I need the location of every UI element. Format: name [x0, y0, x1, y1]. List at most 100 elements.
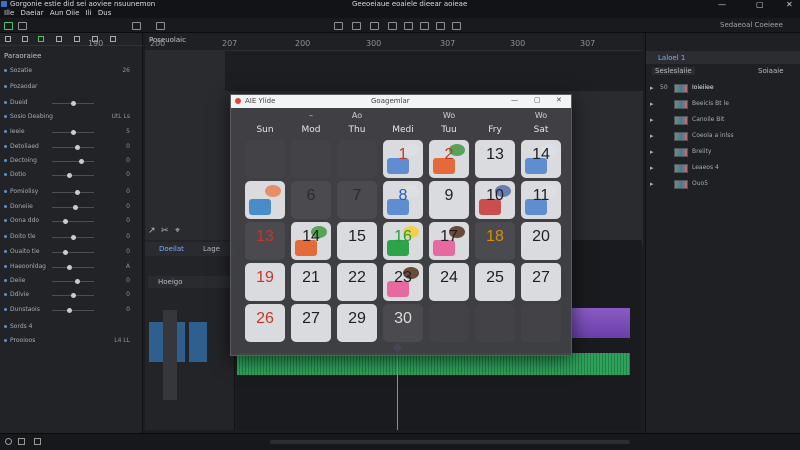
param-value[interactable]: 0: [126, 306, 130, 313]
slider-knob[interactable]: [74, 190, 80, 195]
param-slider[interactable]: [52, 250, 94, 255]
calendar-day-cell[interactable]: 22: [337, 263, 377, 301]
param-slider[interactable]: [52, 235, 94, 240]
project-item[interactable]: ▸ Canoile Bit: [646, 115, 800, 126]
panel-icon-e[interactable]: [74, 36, 80, 42]
menu-view[interactable]: Aun Oiie: [50, 9, 80, 17]
param-row[interactable]: Sosio Deabing UtL Ls: [4, 113, 132, 122]
menu-edit[interactable]: Daeiar: [21, 9, 44, 17]
slider-knob[interactable]: [74, 279, 80, 284]
panel-icon-d[interactable]: [56, 36, 62, 42]
purple-clip[interactable]: [572, 308, 630, 338]
back-icon[interactable]: [18, 22, 27, 30]
param-slider[interactable]: [52, 190, 94, 195]
param-value[interactable]: 0: [126, 143, 130, 150]
slider-knob[interactable]: [72, 205, 78, 210]
calendar-day-cell[interactable]: 10: [475, 181, 515, 219]
param-slider[interactable]: [52, 293, 94, 298]
calendar-day-cell[interactable]: 29: [337, 304, 377, 342]
track-tool-icon-2[interactable]: ✂: [161, 226, 169, 236]
slider-knob[interactable]: [63, 219, 69, 224]
project-item[interactable]: ▸ Coeola a inlss: [646, 131, 800, 142]
tab-doeilat[interactable]: Doeilat: [159, 245, 184, 253]
tab-laloel[interactable]: Laloel 1: [658, 54, 685, 62]
param-row[interactable]: Dueid: [4, 99, 132, 108]
expand-arrow-icon[interactable]: ▸: [650, 148, 654, 156]
param-slider[interactable]: [52, 130, 94, 135]
param-value[interactable]: 0: [126, 248, 130, 255]
snap-icon[interactable]: [156, 22, 165, 30]
panel-icon-b[interactable]: [22, 36, 28, 42]
param-row[interactable]: Dectoing 0: [4, 157, 132, 166]
calendar-day-cell[interactable]: 18: [475, 222, 515, 260]
param-slider[interactable]: [52, 279, 94, 284]
param-slider[interactable]: [52, 159, 94, 164]
param-slider[interactable]: [52, 173, 94, 178]
expand-arrow-icon[interactable]: ▸: [650, 116, 654, 124]
param-value[interactable]: 0: [126, 157, 130, 164]
restore-icon[interactable]: ▢: [756, 0, 764, 9]
expand-arrow-icon[interactable]: ▸: [650, 132, 654, 140]
track-tool-icon-1[interactable]: ↗: [148, 226, 156, 236]
param-value[interactable]: A: [126, 263, 130, 270]
dialog-maximize-icon[interactable]: ▢: [534, 96, 541, 104]
calendar-day-cell[interactable]: 14: [521, 140, 561, 178]
calendar-day-cell[interactable]: 7: [337, 181, 377, 219]
param-slider[interactable]: [52, 101, 94, 106]
calendar-day-cell[interactable]: 27: [521, 263, 561, 301]
slider-knob[interactable]: [71, 293, 76, 298]
calendar-day-cell[interactable]: 26: [245, 304, 285, 342]
track-tool-icon-3[interactable]: ⌖: [175, 226, 180, 236]
home-icon[interactable]: [4, 22, 13, 30]
param-slider[interactable]: [52, 219, 94, 224]
slip-icon[interactable]: [420, 22, 429, 30]
calendar-day-cell[interactable]: 8: [383, 181, 423, 219]
status-icon-2[interactable]: [18, 438, 25, 445]
param-value[interactable]: 0: [126, 171, 130, 178]
slider-knob[interactable]: [71, 235, 76, 240]
slider-knob[interactable]: [74, 145, 80, 150]
param-value[interactable]: 0: [126, 291, 130, 298]
param-value[interactable]: 0: [126, 217, 130, 224]
expand-arrow-icon[interactable]: ▸: [650, 100, 654, 108]
razor-icon[interactable]: [404, 22, 413, 30]
param-value[interactable]: 26: [122, 67, 130, 74]
tab-soiaaie[interactable]: Soiaaie: [758, 67, 784, 75]
expand-arrow-icon[interactable]: ▸: [650, 84, 654, 92]
calendar-day-cell[interactable]: 19: [245, 263, 285, 301]
calendar-day-cell[interactable]: 13: [245, 222, 285, 260]
hand-icon[interactable]: [452, 22, 461, 30]
calendar-day-cell[interactable]: 1: [383, 140, 423, 178]
param-row[interactable]: Sozatie 26: [4, 67, 132, 76]
panel-icon-c[interactable]: [38, 36, 44, 42]
calendar-day-cell[interactable]: 24: [429, 263, 469, 301]
audio-waveform-clip[interactable]: [237, 353, 630, 375]
project-item[interactable]: ▸ 50 Ioieiiee: [646, 83, 800, 94]
status-icon-3[interactable]: [34, 438, 41, 445]
menu-tools[interactable]: Ili: [86, 9, 92, 17]
panel-icon-g[interactable]: [110, 36, 116, 42]
calendar-day-cell[interactable]: 16: [383, 222, 423, 260]
project-search[interactable]: Sesleslaiie: [652, 67, 695, 75]
minimize-icon[interactable]: —: [718, 0, 726, 9]
trim-icon[interactable]: [370, 22, 379, 30]
calendar-day-cell[interactable]: 21: [291, 263, 331, 301]
slider-knob[interactable]: [63, 250, 69, 255]
dialog-minimize-icon[interactable]: —: [511, 96, 518, 104]
param-row[interactable]: Ieeie 5: [4, 128, 132, 137]
project-item[interactable]: ▸ Beeicis Bt le: [646, 99, 800, 110]
param-value[interactable]: 5: [126, 128, 130, 135]
select-tool-icon[interactable]: [334, 22, 343, 30]
calendar-day-cell[interactable]: 20: [521, 222, 561, 260]
param-value[interactable]: UtL Ls: [112, 113, 130, 120]
project-item[interactable]: ▸ Leaeos 4: [646, 163, 800, 174]
cut-icon[interactable]: [132, 22, 141, 30]
calendar-day-cell[interactable]: 6: [291, 181, 331, 219]
slider-knob[interactable]: [67, 308, 73, 313]
calendar-day-cell[interactable]: 2: [429, 140, 469, 178]
calendar-day-cell[interactable]: 9: [429, 181, 469, 219]
param-value[interactable]: 0: [126, 233, 130, 240]
param-value[interactable]: L4 LL: [114, 337, 130, 344]
param-row[interactable]: Doneiie 0: [4, 203, 132, 212]
track-handle[interactable]: [163, 310, 177, 400]
